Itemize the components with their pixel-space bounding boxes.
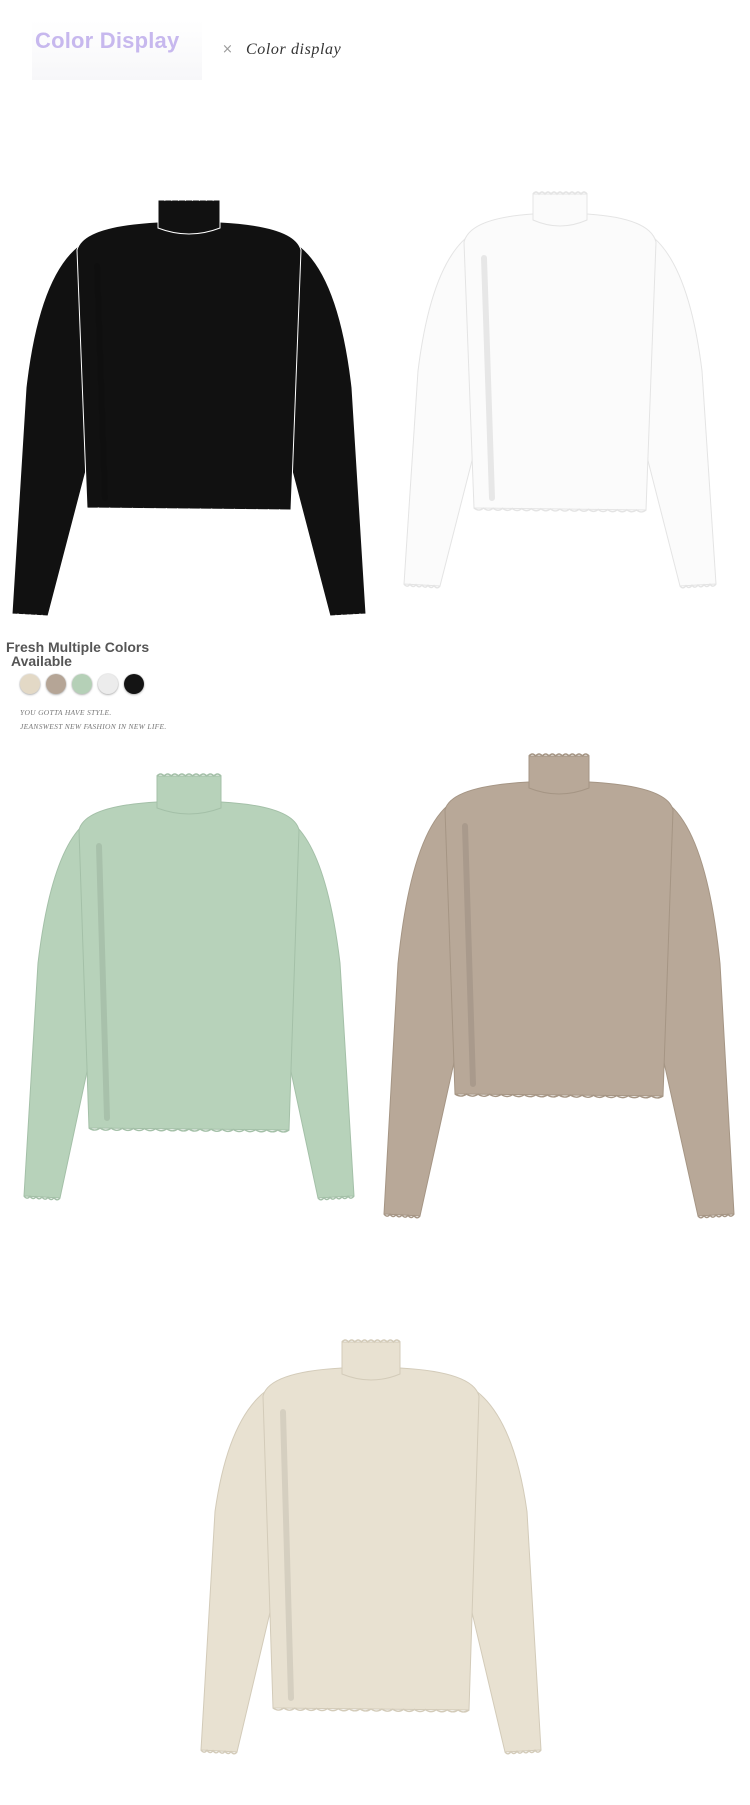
mint-turtleneck-illustration	[23, 773, 355, 1201]
white-swatch[interactable]	[98, 674, 118, 694]
turtleneck-collar	[532, 193, 588, 227]
turtleneck-collar	[341, 1341, 401, 1381]
product-image-apricot	[195, 1310, 547, 1758]
apricot-turtleneck-illustration	[200, 1339, 542, 1755]
product-image-khaki	[380, 752, 738, 1222]
tagline-style: YOU GOTTA HAVE STYLE.	[20, 708, 112, 717]
turtleneck-collar	[156, 775, 222, 815]
color-swatches	[20, 674, 144, 694]
mint-swatch[interactable]	[72, 674, 92, 694]
page-subtitle: Color display	[246, 41, 342, 58]
product-image-white	[398, 190, 722, 592]
white-turtleneck-illustration	[403, 191, 717, 589]
turtleneck-collar	[528, 755, 590, 795]
apricot-swatch[interactable]	[20, 674, 40, 694]
shirt-body	[444, 781, 674, 1097]
turtleneck-collar	[157, 199, 221, 235]
product-image-mint	[20, 766, 358, 1204]
title-separator: ×	[222, 42, 233, 57]
shirt-body	[78, 801, 300, 1131]
page-title: Color Display	[35, 28, 180, 53]
khaki-turtleneck-illustration	[383, 753, 735, 1219]
shirt-body	[262, 1367, 480, 1711]
product-image-black	[8, 196, 370, 622]
colors-available-heading: Fresh Multiple Colors Available	[6, 639, 150, 669]
khaki-swatch[interactable]	[46, 674, 66, 694]
black-turtleneck-illustration	[11, 197, 367, 619]
shirt-body	[76, 221, 302, 511]
tagline-fashion: JEANSWEST NEW FASHION IN NEW LIFE.	[20, 722, 167, 731]
black-swatch[interactable]	[124, 674, 144, 694]
